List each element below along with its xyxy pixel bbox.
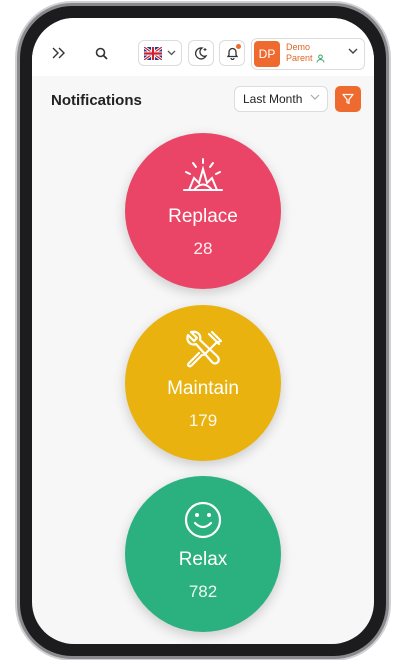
relax-label: Relax [178, 549, 228, 570]
explosion-icon [125, 157, 281, 193]
period-select[interactable]: Last Month [234, 86, 328, 112]
replace-count: 28 [193, 239, 213, 258]
page-title: Notifications [51, 92, 142, 109]
maintain-card[interactable]: Maintain 179 [125, 305, 281, 461]
unread-dot [236, 44, 241, 49]
avatar: DP [254, 41, 280, 67]
maintain-label: Maintain [167, 378, 239, 399]
user-name-line2: Parent [286, 53, 313, 63]
user-name: Demo Parent [286, 42, 336, 64]
replace-card[interactable]: Replace 28 [125, 133, 281, 289]
notifications-bell-icon[interactable] [219, 40, 245, 66]
chevron-down-icon [167, 50, 176, 56]
period-select-value: Last Month [243, 92, 303, 106]
theme-toggle-icon[interactable] [188, 40, 214, 66]
phone-frame: DP Demo Parent Notifications Last Month [20, 6, 386, 656]
person-icon [316, 54, 325, 63]
expand-sidebar-icon[interactable] [48, 42, 70, 64]
chevron-down-icon [348, 48, 358, 54]
tools-icon [125, 329, 281, 369]
search-icon[interactable] [90, 42, 112, 64]
filter-button[interactable] [335, 86, 361, 112]
user-name-line2-row: Parent [286, 53, 336, 64]
replace-label: Replace [168, 206, 238, 227]
user-menu[interactable]: DP Demo Parent [251, 38, 365, 70]
uk-flag-icon [144, 46, 162, 60]
language-select[interactable] [138, 40, 182, 66]
app-screen: DP Demo Parent Notifications Last Month [32, 18, 374, 644]
smiley-icon [125, 500, 281, 540]
maintain-count: 179 [188, 411, 218, 430]
filter-icon [342, 93, 354, 105]
relax-count: 782 [188, 582, 218, 601]
relax-card[interactable]: Relax 782 [125, 476, 281, 632]
chevron-down-icon [310, 94, 320, 100]
user-name-line1: Demo [286, 42, 311, 52]
top-bar: DP Demo Parent [32, 18, 374, 76]
